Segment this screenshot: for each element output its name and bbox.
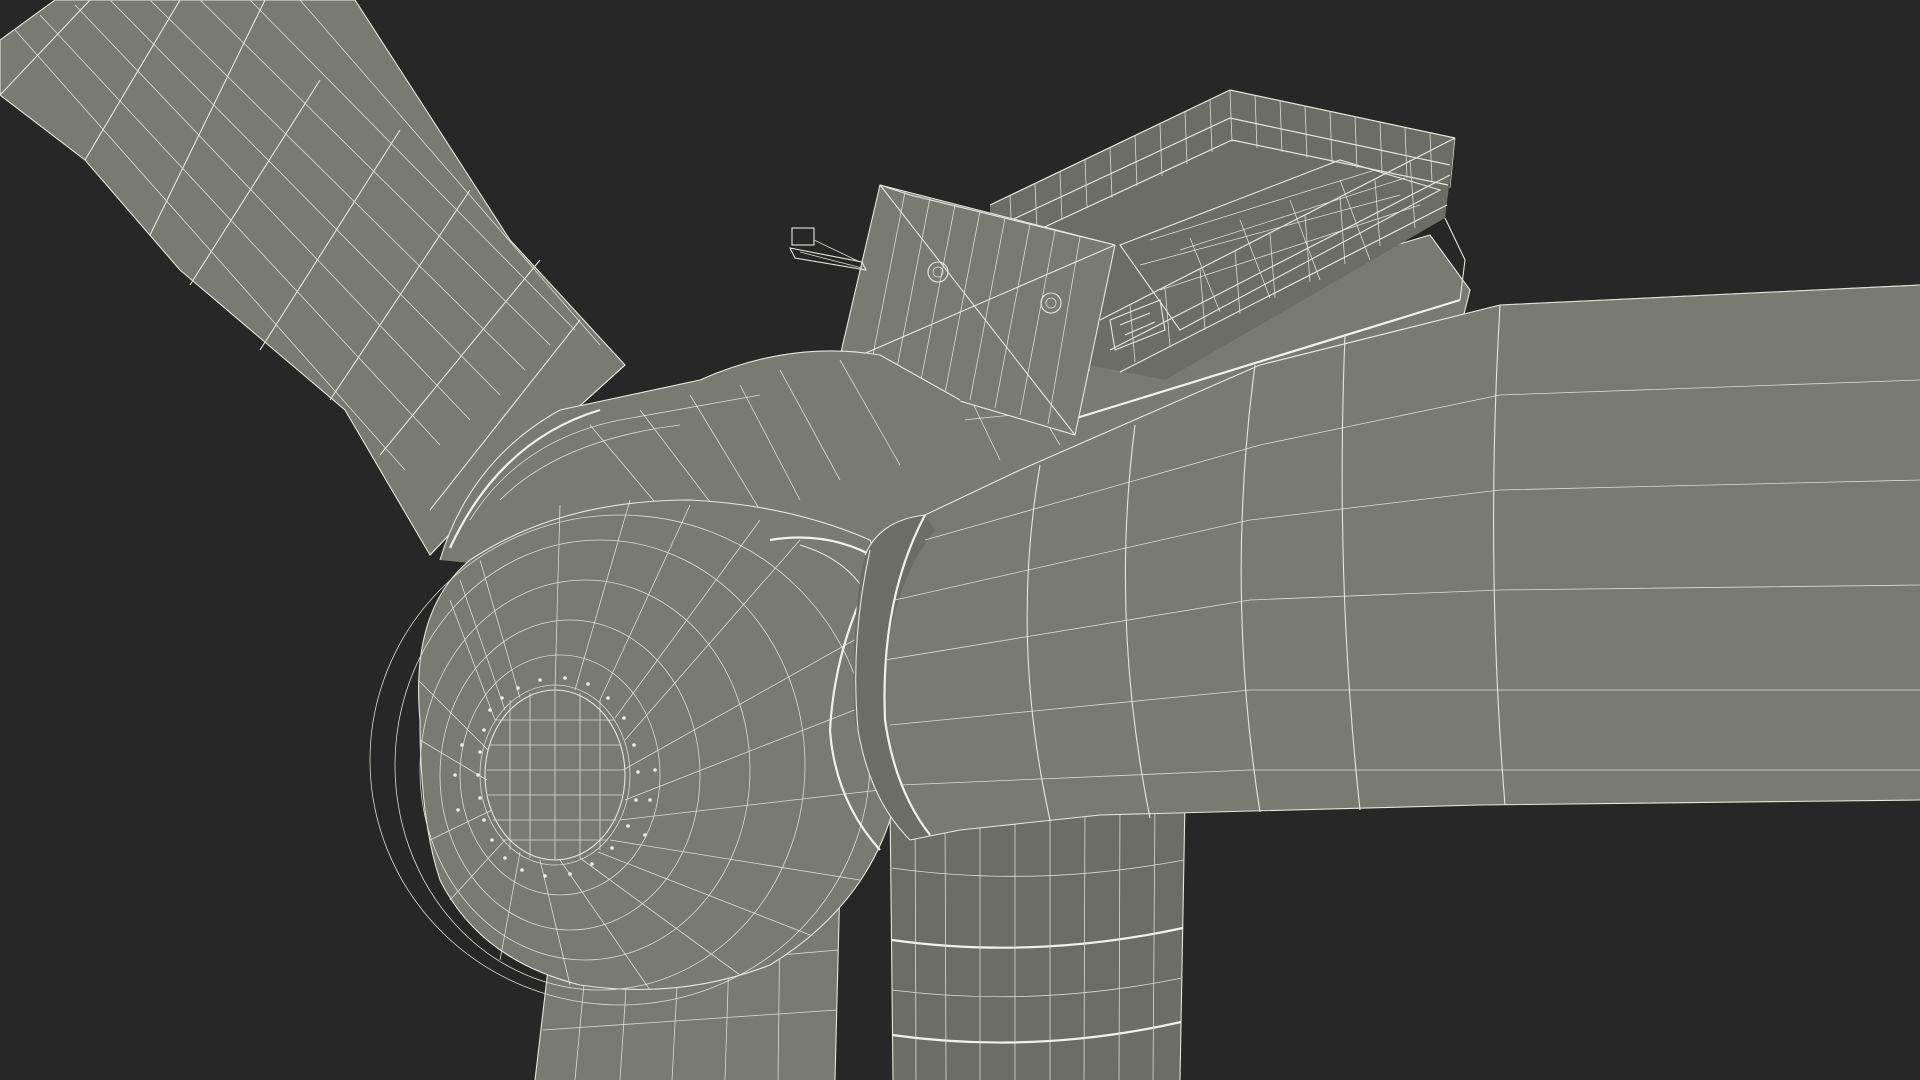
wireframe-viewport — [0, 0, 1920, 1080]
tower — [889, 799, 1186, 1080]
